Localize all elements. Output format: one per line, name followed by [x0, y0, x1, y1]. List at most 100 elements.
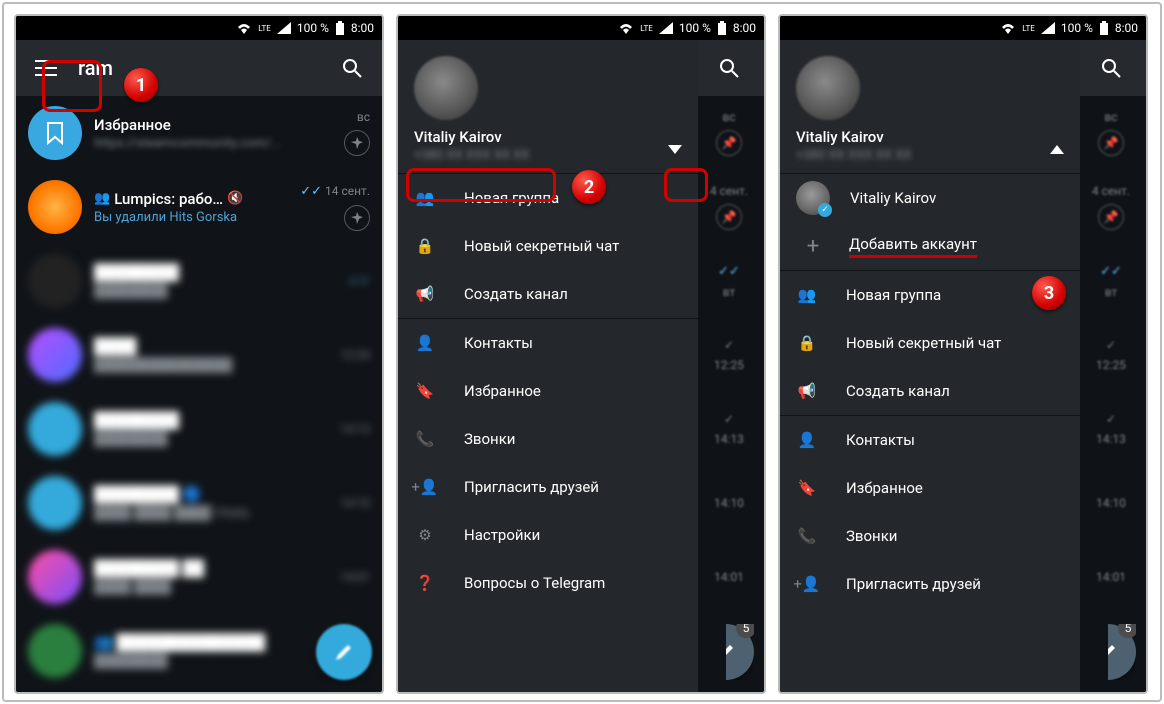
pin-icon: [344, 130, 370, 156]
menu-label: Пригласить друзей: [846, 575, 981, 593]
battery-pct: 100 %: [297, 21, 329, 35]
menu-label: Звонки: [846, 527, 897, 545]
menu-new-group[interactable]: 👥 Новая группа: [398, 174, 698, 222]
group-icon: 👥: [414, 187, 436, 209]
menu-calls[interactable]: 📞 Звонки: [780, 512, 1080, 560]
chat-preview: https://steamcommunity.com/...: [94, 136, 344, 151]
plus-icon: +: [801, 234, 825, 258]
chat-item-blurred[interactable]: ████████ 🔵████ ████ ████ Vitaliy14:10: [16, 466, 382, 540]
bookmark-icon: [28, 106, 82, 160]
battery-pct: 100 %: [679, 21, 711, 35]
phone-screen-3: LTE 100 % 8:00 вс📌 4 сент.📌 ✓✓вт ✓12:25 …: [778, 14, 1148, 694]
lock-icon: 🔒: [796, 332, 818, 354]
battery-icon: [1099, 21, 1109, 35]
status-bar: LTE 100 % 8:00: [780, 16, 1146, 40]
add-person-icon: +👤: [796, 573, 818, 595]
menu-settings[interactable]: ⚙ Настройки: [398, 511, 698, 559]
battery-icon: [335, 21, 345, 35]
user-phone: +380 XX XXX XX XX: [796, 148, 1064, 163]
menu-secret-chat[interactable]: 🔒Новый секретный чат: [398, 222, 698, 270]
person-icon: 👤: [796, 429, 818, 451]
signal-icon: [659, 22, 673, 34]
menu-create-channel[interactable]: 📢 Создать канал: [398, 270, 698, 318]
phone-screen-1: LTE 100 % 8:00 ram Избранное https://ste…: [14, 14, 384, 694]
chat-item-blurred[interactable]: ███████████████████12:25: [16, 318, 382, 392]
phone-screen-2: LTE 100 % 8:00 вс📌 4 сент.📌 ✓✓вт ✓12:25 …: [396, 14, 766, 694]
account-current[interactable]: ✓ Vitaliy Kairov: [780, 174, 1080, 222]
person-icon: 👤: [414, 332, 436, 354]
chat-item-favorites[interactable]: Избранное https://steamcommunity.com/...…: [16, 96, 382, 170]
search-button[interactable]: [709, 48, 749, 88]
chat-item-blurred[interactable]: ████████████████14:13: [16, 392, 382, 466]
menu-favorites[interactable]: 🔖Избранное: [398, 367, 698, 415]
battery-icon: [717, 21, 727, 35]
chat-item-lumpics[interactable]: 👥 Lumpics: рабо… 🔇 Вы удалили Hits Gorsk…: [16, 170, 382, 244]
menu-label: Пригласить друзей: [464, 478, 599, 496]
phone-icon: 📞: [796, 525, 818, 547]
avatar[interactable]: [414, 56, 478, 120]
compose-fab[interactable]: [316, 624, 372, 680]
clock: 8:00: [733, 21, 756, 35]
avatar: [28, 180, 82, 234]
search-button[interactable]: [1091, 48, 1131, 88]
search-button[interactable]: [332, 48, 372, 88]
lte-label: LTE: [258, 24, 271, 33]
megaphone-icon: 📢: [796, 380, 818, 402]
mute-icon: 🔇: [227, 191, 243, 206]
menu-new-group[interactable]: 👥 Новая группа: [780, 271, 1080, 319]
chat-item-blurred[interactable]: ████████████████✓✓: [16, 244, 382, 318]
menu-label: Настройки: [464, 526, 540, 544]
menu-label: Звонки: [464, 430, 515, 448]
group-icon: 👥: [796, 284, 818, 306]
chevron-up-icon[interactable]: [1050, 140, 1064, 159]
menu-label: Новая группа: [464, 189, 559, 207]
bookmark-icon: 🔖: [796, 477, 818, 499]
nav-drawer-expanded: Vitaliy Kairov +380 XX XXX XX XX ✓ Vital…: [780, 40, 1080, 692]
chat-item-blurred[interactable]: ████████ ██████ ████14:01: [16, 540, 382, 614]
chat-name: Избранное: [94, 116, 344, 134]
add-account-label: Добавить аккаунт: [849, 235, 977, 258]
menu-label: Контакты: [464, 334, 533, 352]
hamburger-menu-button[interactable]: [26, 48, 66, 88]
wifi-icon: [236, 22, 252, 34]
menu-label: Новая группа: [846, 286, 941, 304]
chat-day: вс: [357, 110, 370, 124]
chat-day: ✓✓ 14 сент.: [300, 184, 370, 199]
menu-contacts[interactable]: 👤Контакты: [780, 416, 1080, 464]
avatar[interactable]: [796, 56, 860, 120]
chevron-down-icon[interactable]: [668, 140, 682, 159]
drawer-header: Vitaliy Kairov +380 XX XXX XX XX: [398, 40, 698, 173]
add-person-icon: +👤: [414, 476, 436, 498]
menu-invite[interactable]: +👤 Пригласить друзей: [780, 560, 1080, 608]
chat-name: 👥 Lumpics: рабо… 🔇: [94, 190, 300, 208]
nav-drawer: Vitaliy Kairov +380 XX XXX XX XX 👥 Новая …: [398, 40, 698, 692]
menu-favorites[interactable]: 🔖Избранное: [780, 464, 1080, 512]
status-bar: LTE 100 % 8:00: [16, 16, 382, 40]
chat-list[interactable]: Избранное https://steamcommunity.com/...…: [16, 96, 382, 692]
menu-calls[interactable]: 📞 Звонки: [398, 415, 698, 463]
phone-icon: 📞: [414, 428, 436, 450]
add-account-button[interactable]: + Добавить аккаунт: [780, 222, 1080, 270]
menu-contacts[interactable]: 👤 Контакты: [398, 319, 698, 367]
app-title: ram: [78, 56, 332, 80]
menu-invite[interactable]: +👤 Пригласить друзей: [398, 463, 698, 511]
menu-label: Новый секретный чат: [464, 237, 619, 255]
group-icon: 👥: [94, 191, 110, 206]
help-icon: ❓: [414, 572, 436, 594]
background-chat-strip: вс📌 4 сент.📌 ✓✓вт ✓12:25 ✓14:13 14:10 14…: [1076, 40, 1146, 692]
gear-icon: ⚙: [414, 524, 436, 546]
menu-create-channel[interactable]: 📢Создать канал: [780, 367, 1080, 415]
menu-label: Новый секретный чат: [846, 334, 1001, 352]
user-name: Vitaliy Kairov: [796, 128, 1064, 146]
battery-pct: 100 %: [1061, 21, 1093, 35]
menu-label: Создать канал: [464, 285, 568, 303]
background-chat-strip: вс📌 4 сент.📌 ✓✓вт ✓12:25 ✓14:13 14:10 14…: [694, 40, 764, 692]
menu-secret-chat[interactable]: 🔒 Новый секретный чат: [780, 319, 1080, 367]
user-phone: +380 XX XXX XX XX: [414, 148, 682, 163]
wifi-icon: [618, 22, 634, 34]
megaphone-icon: 📢: [414, 283, 436, 305]
signal-icon: [277, 22, 291, 34]
menu-faq[interactable]: ❓ Вопросы о Telegram: [398, 559, 698, 607]
menu-label: Избранное: [464, 382, 541, 400]
menu-label: Вопросы о Telegram: [464, 574, 605, 592]
